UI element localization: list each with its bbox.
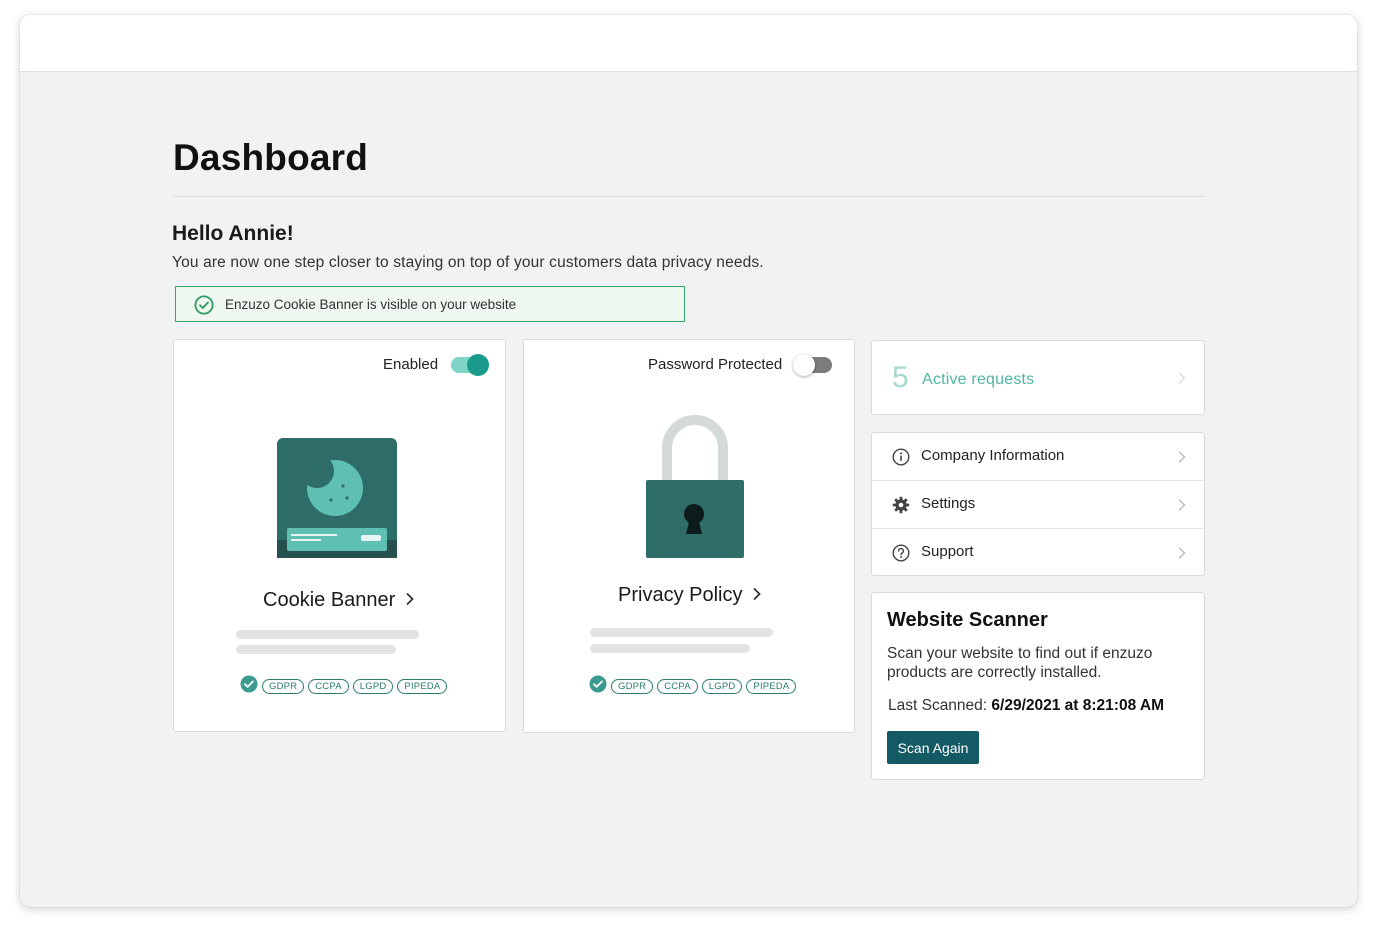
password-protected-label: Password Protected (648, 356, 783, 373)
enabled-toggle[interactable] (451, 354, 489, 376)
chevron-right-icon (752, 584, 762, 607)
chevron-right-icon (1178, 546, 1186, 565)
cookie-banner-title: Cookie Banner (263, 589, 396, 611)
placeholder-line (236, 645, 396, 654)
banner-visible-notice: Enzuzo Cookie Banner is visible on your … (175, 286, 685, 322)
toggle-knob (467, 354, 489, 376)
verified-check-icon (240, 675, 258, 698)
check-circle-icon (194, 295, 214, 320)
privacy-policy-title: Privacy Policy (618, 584, 743, 606)
help-circle-icon (892, 544, 910, 567)
chevron-right-icon (405, 589, 415, 612)
support-label: Support (921, 543, 974, 560)
placeholder-line (590, 644, 750, 653)
badge-pipeda: PIPEDA (746, 679, 797, 694)
badge-lgpd: LGPD (701, 679, 743, 694)
active-requests-label: Active requests (922, 371, 1035, 388)
settings-label: Settings (921, 495, 976, 512)
enabled-toggle-label: Enabled (383, 356, 439, 373)
page-title: Dashboard (173, 137, 369, 178)
scanner-description: Scan your website to find out if enzuzo … (887, 645, 1153, 681)
last-scanned-label: Last Scanned: (888, 697, 992, 714)
placeholder-line (590, 628, 773, 637)
badge-lgpd: LGPD (352, 679, 394, 694)
active-requests-panel[interactable]: 5 Active requests (871, 340, 1205, 415)
cookie-banner-illustration (277, 438, 397, 558)
verified-check-icon (589, 675, 607, 698)
company-information-item[interactable]: Company Information (872, 433, 1204, 481)
toggle-knob (793, 354, 815, 376)
scan-again-button[interactable]: Scan Again (887, 731, 979, 764)
cookie-banner-link[interactable]: Cookie Banner (263, 589, 415, 612)
chevron-right-icon (1178, 498, 1186, 517)
privacy-policy-card: Password Protected Privacy Policy GDPR C… (523, 339, 855, 733)
website-scanner-panel: Website Scanner Scan your website to fin… (871, 592, 1205, 780)
gear-icon (892, 496, 910, 519)
badge-ccpa: CCPA (308, 679, 349, 694)
password-protected-toggle[interactable] (793, 354, 832, 376)
chevron-right-icon (1178, 450, 1186, 469)
info-icon (892, 448, 910, 471)
padlock-illustration (646, 415, 744, 558)
greeting: Hello Annie! (172, 222, 294, 245)
top-bar (20, 15, 1357, 72)
scanner-title: Website Scanner (887, 609, 1048, 631)
app-window: Dashboard Hello Annie! You are now one s… (20, 15, 1357, 907)
badge-gdpr: GDPR (611, 679, 654, 694)
active-requests-count: 5 (892, 361, 909, 394)
badge-gdpr: GDPR (262, 679, 305, 694)
notice-text: Enzuzo Cookie Banner is visible on your … (225, 297, 517, 312)
placeholder-line (236, 630, 419, 639)
title-divider (173, 196, 1205, 197)
support-item[interactable]: Support (872, 528, 1204, 577)
badge-pipeda: PIPEDA (397, 679, 448, 694)
settings-links-panel: Company Information Settings Support (871, 432, 1205, 576)
last-scanned-value: 6/29/2021 at 8:21:08 AM (991, 697, 1165, 714)
badge-ccpa: CCPA (657, 679, 698, 694)
compliance-badges: GDPR CCPA LGPD PIPEDA (589, 675, 797, 698)
company-information-label: Company Information (921, 447, 1065, 464)
cookie-banner-card: Enabled Cookie Banner GDPR CCPA LGPD PIP… (173, 339, 506, 732)
intro-text: You are now one step closer to staying o… (172, 254, 764, 271)
compliance-badges: GDPR CCPA LGPD PIPEDA (240, 675, 448, 698)
chevron-right-icon (1178, 371, 1186, 390)
privacy-policy-link[interactable]: Privacy Policy (618, 584, 762, 607)
settings-item[interactable]: Settings (872, 480, 1204, 529)
last-scanned: Last Scanned: 6/29/2021 at 8:21:08 AM (888, 697, 1164, 715)
